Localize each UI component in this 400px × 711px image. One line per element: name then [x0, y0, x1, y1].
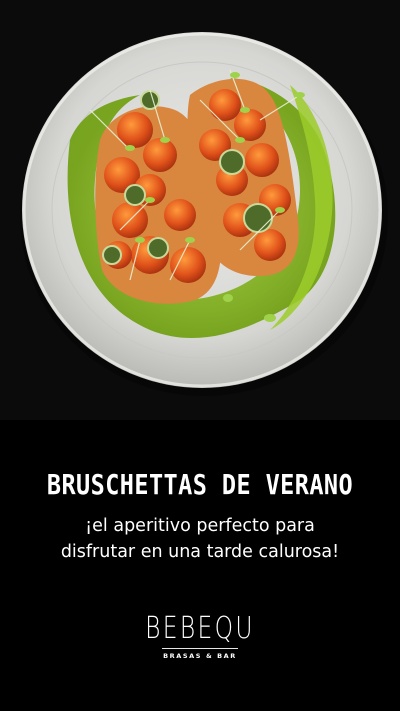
logo-divider — [162, 648, 238, 649]
subtitle-line-2: disfrutar en una tarde calurosa! — [60, 542, 340, 562]
brand-logo: BEBEQU BRASAS & BAR — [100, 611, 300, 661]
subtitle-line-1: ¡el aperitivo perfecto para — [85, 516, 315, 536]
brand-tagline: BRASAS & BAR — [163, 652, 237, 660]
headline: BRUSCHETTAS DE VERANO — [46, 468, 354, 501]
food-photo — [0, 0, 400, 420]
bruschetta-plate-image — [0, 0, 400, 420]
brand-name: BEBEQU — [145, 611, 255, 646]
